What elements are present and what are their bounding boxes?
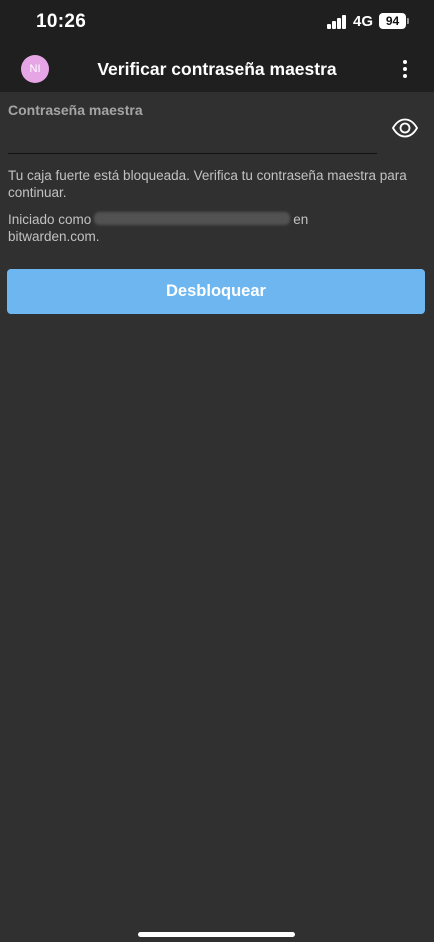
page-title: Verificar contraseña maestra (97, 59, 337, 79)
logged-in-suffix: en (293, 212, 309, 227)
network-type: 4G (353, 13, 374, 30)
screen: 10:26 4G 94 NI Verificar contraseña maes… (0, 0, 434, 942)
more-vertical-icon[interactable] (396, 58, 414, 80)
status-time: 10:26 (36, 11, 87, 32)
unlock-button[interactable]: Desbloquear (7, 269, 425, 314)
password-underline (8, 153, 377, 154)
battery-tip (407, 18, 409, 24)
eye-icon[interactable] (391, 117, 419, 139)
logged-in-prefix: Iniciado como (8, 212, 92, 227)
logged-in-info: Iniciado como en bitwarden.com. (8, 211, 428, 245)
status-bar: 10:26 4G 94 (0, 0, 434, 46)
server-url: bitwarden.com. (8, 229, 100, 244)
signal-icon (327, 15, 347, 29)
password-label: Contraseña maestra (8, 102, 143, 118)
nav-header: NI Verificar contraseña maestra (0, 46, 434, 92)
redacted-email (94, 212, 291, 225)
battery-icon: 94 (379, 13, 406, 29)
vault-locked-message: Tu caja fuerte está bloqueada. Verifica … (8, 168, 407, 200)
master-password-input[interactable] (8, 122, 376, 152)
home-indicator (138, 932, 295, 937)
